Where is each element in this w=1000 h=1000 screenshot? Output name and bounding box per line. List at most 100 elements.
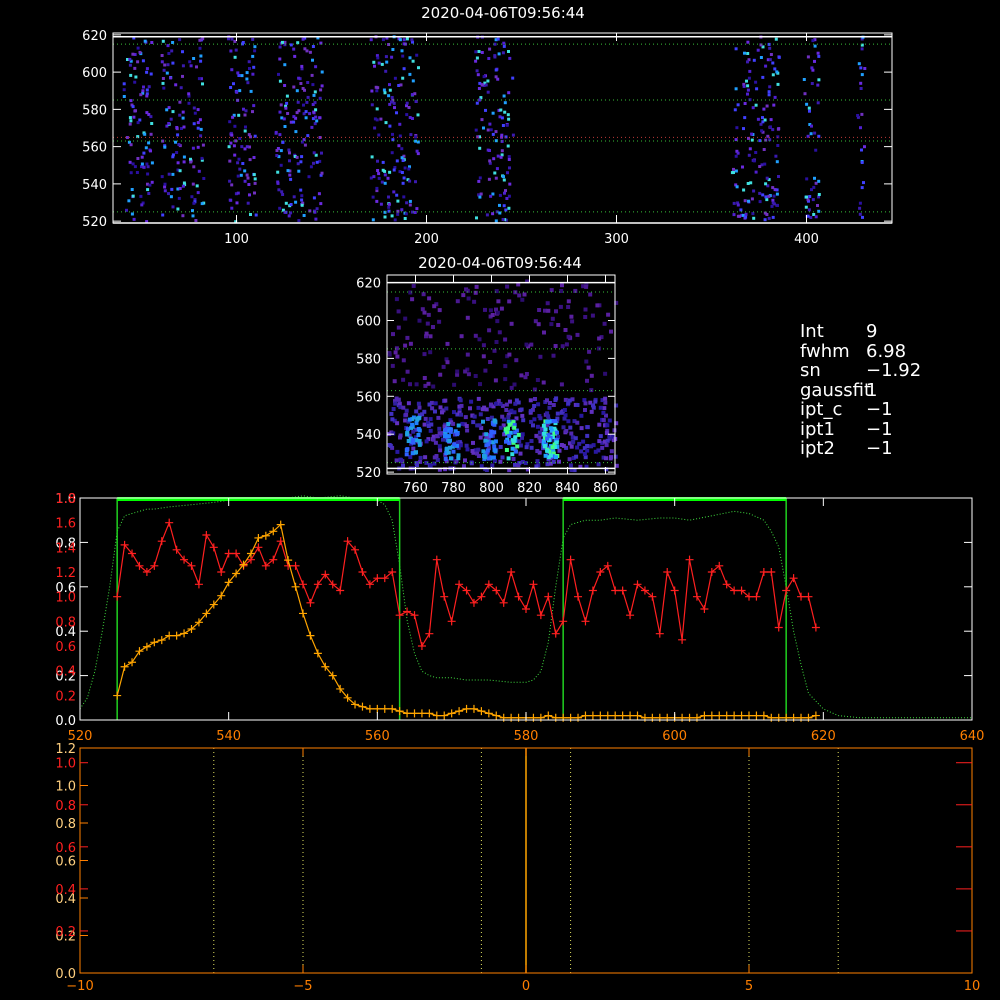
heat-pixel bbox=[579, 426, 584, 431]
orange-point bbox=[663, 713, 672, 722]
heat-pixel bbox=[498, 211, 502, 215]
heat-pixel bbox=[401, 377, 406, 382]
orange-point bbox=[128, 658, 137, 667]
heat-pixel bbox=[376, 159, 379, 163]
x-tick-label: 600 bbox=[662, 729, 687, 744]
heat-pixel bbox=[494, 130, 498, 134]
heat-pixel bbox=[437, 308, 442, 313]
heat-pixel bbox=[398, 458, 403, 462]
heat-pixel bbox=[243, 129, 247, 133]
heat-pixel bbox=[426, 312, 431, 317]
heat-pixel bbox=[771, 215, 775, 219]
heat-pixel bbox=[427, 402, 432, 407]
info-value: −1 bbox=[866, 399, 893, 420]
orange-point bbox=[150, 638, 159, 647]
heat-pixel bbox=[414, 450, 418, 455]
heat-pixel bbox=[484, 443, 489, 448]
heat-pixel bbox=[395, 449, 400, 454]
info-value: −1 bbox=[866, 418, 893, 440]
heat-pixel bbox=[191, 182, 195, 186]
heat-pixel bbox=[535, 459, 540, 464]
heat-pixel bbox=[443, 434, 447, 439]
heat-pixel bbox=[428, 428, 433, 433]
heat-pixel bbox=[170, 49, 174, 53]
heat-pixel bbox=[438, 448, 443, 453]
heat-pixel bbox=[488, 308, 493, 313]
red-point bbox=[670, 586, 679, 595]
top-heatmap-bg bbox=[113, 33, 892, 223]
heat-pixel bbox=[200, 202, 204, 206]
heat-pixel bbox=[283, 63, 287, 67]
heat-pixel bbox=[816, 204, 819, 207]
heat-pixel bbox=[148, 183, 152, 187]
heat-pixel bbox=[741, 165, 744, 169]
heat-pixel bbox=[370, 155, 374, 159]
heat-pixel bbox=[396, 212, 400, 216]
heat-pixel bbox=[522, 292, 527, 297]
heat-pixel bbox=[376, 169, 380, 172]
heat-pixel bbox=[145, 88, 149, 92]
heat-pixel bbox=[811, 198, 815, 202]
heat-pixel bbox=[160, 175, 164, 179]
info-value: −1.92 bbox=[866, 360, 922, 381]
heat-pixel bbox=[248, 193, 251, 197]
info-key: gaussfit bbox=[800, 379, 872, 401]
heat-pixel bbox=[424, 331, 429, 336]
heat-pixel bbox=[605, 423, 610, 428]
heat-pixel bbox=[131, 194, 135, 198]
heat-pixel bbox=[314, 115, 318, 119]
heat-pixel bbox=[299, 188, 303, 192]
heat-pixel bbox=[393, 401, 398, 406]
x-tick-label: 0 bbox=[522, 979, 530, 994]
heat-pixel bbox=[548, 401, 552, 405]
y-tick-label: 0.8 bbox=[55, 817, 76, 832]
heat-pixel bbox=[481, 354, 486, 359]
profile-plot-ticks: 0.00.20.40.60.81.00.20.40.60.81.01.21.41… bbox=[55, 492, 984, 744]
heat-pixel bbox=[228, 159, 232, 163]
heat-pixel bbox=[543, 427, 548, 432]
heat-pixel bbox=[171, 110, 175, 114]
heat-pixel bbox=[504, 448, 509, 452]
heat-pixel bbox=[277, 188, 281, 192]
heat-pixel bbox=[482, 75, 486, 79]
y-tick-label-red: 1.4 bbox=[55, 541, 76, 556]
heat-pixel bbox=[408, 179, 412, 183]
heat-pixel bbox=[763, 118, 767, 122]
heat-pixel bbox=[165, 71, 169, 75]
heat-pixel bbox=[475, 451, 480, 456]
heat-pixel bbox=[589, 388, 594, 393]
info-row: ipt_c −1 bbox=[800, 400, 921, 420]
heat-pixel bbox=[387, 195, 390, 199]
heat-pixel bbox=[506, 456, 511, 461]
info-value: 6.98 bbox=[866, 340, 907, 362]
heat-pixel bbox=[550, 316, 555, 321]
heat-pixel bbox=[465, 428, 470, 433]
heat-pixel bbox=[588, 292, 593, 297]
orange-point bbox=[640, 713, 649, 722]
heat-pixel bbox=[536, 402, 541, 407]
heat-pixel bbox=[532, 404, 537, 408]
heat-pixel bbox=[128, 63, 132, 67]
heat-pixel bbox=[395, 159, 399, 163]
heat-pixel bbox=[459, 403, 464, 408]
heat-pixel bbox=[771, 61, 775, 65]
red-point bbox=[425, 629, 434, 638]
heat-pixel bbox=[178, 100, 182, 104]
heat-pixel bbox=[413, 211, 417, 214]
heat-pixel bbox=[429, 422, 434, 427]
red-point bbox=[804, 592, 813, 601]
heat-pixel bbox=[547, 405, 552, 410]
heat-pixel bbox=[390, 363, 395, 368]
heat-pixel bbox=[805, 177, 809, 181]
heat-pixel bbox=[613, 454, 618, 459]
heat-pixel bbox=[414, 135, 418, 139]
heat-pixel bbox=[476, 73, 480, 77]
heat-pixel bbox=[746, 40, 750, 44]
heat-pixel bbox=[305, 100, 309, 104]
heat-pixel bbox=[288, 159, 291, 163]
heat-pixel bbox=[605, 438, 610, 443]
heat-pixel bbox=[150, 122, 154, 125]
heat-pixel bbox=[181, 116, 185, 120]
heat-pixel bbox=[143, 132, 147, 136]
heat-pixel bbox=[494, 176, 498, 180]
